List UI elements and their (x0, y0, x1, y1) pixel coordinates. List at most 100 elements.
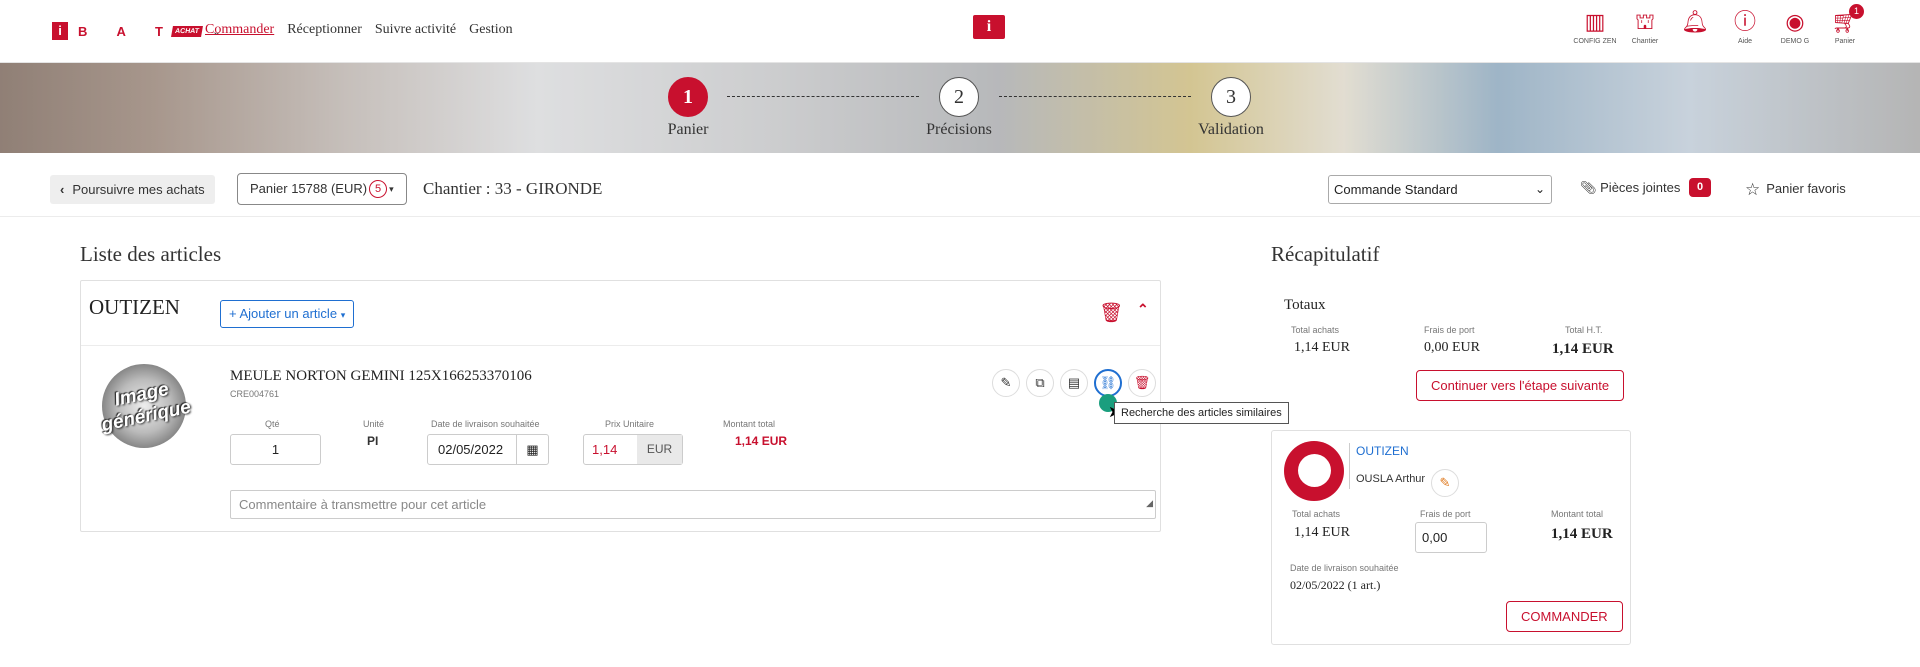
supplier-logo (1284, 441, 1344, 501)
unit-value: PI (367, 434, 379, 448)
product-reference: CRE004761 (230, 389, 280, 399)
card-frais-port-label: Frais de port (1420, 509, 1471, 519)
cart-selector-label: Panier 15788 (EUR) (250, 181, 368, 196)
star-icon: ☆ (1745, 180, 1761, 199)
total-ht-label: Total H.T. (1565, 325, 1603, 335)
attachments-button[interactable]: 📎︎ Pièces jointes (1580, 180, 1680, 196)
delete-article-icon[interactable]: 🗑︎ (1128, 369, 1156, 397)
product-image: Image générique (100, 364, 193, 448)
unit-label: Unité (363, 419, 385, 429)
unit-price-value: 1,14 (592, 442, 618, 457)
config-zen-button[interactable]: ▥ CONFIG ZEN (1570, 8, 1620, 45)
paperclip-icon: 📎︎ (1580, 180, 1597, 195)
product-name: MEULE NORTON GEMINI 125X166253370106 (230, 368, 532, 384)
similar-articles-tooltip: Recherche des articles similaires (1114, 402, 1289, 424)
step-number: 2 (939, 77, 979, 117)
chevron-left-icon: ‹ (60, 182, 65, 197)
qty-label: Qté (265, 419, 280, 429)
cart-button[interactable]: 🛒︎ Panier 1 (1820, 4, 1870, 45)
step-panier[interactable]: 1 Panier (668, 77, 708, 138)
article-comment-field[interactable]: Commentaire à transmettre pour cet artic… (230, 490, 1156, 519)
similar-articles-icon[interactable]: ⛓ (1094, 369, 1122, 397)
resize-handle-icon[interactable]: ◢ (1146, 490, 1153, 517)
cart-count-badge: 1 (1849, 4, 1864, 19)
continue-shopping-button[interactable]: ‹ Poursuivre mes achats (50, 175, 215, 204)
step-number: 3 (1211, 77, 1251, 117)
supplier-name-link[interactable]: OUTIZEN (1356, 444, 1409, 458)
copy-icon[interactable]: ⧉ (1026, 369, 1054, 397)
step-precisions[interactable]: 2 Précisions (926, 77, 992, 138)
help-label: Aide (1737, 38, 1752, 45)
help-icon: ⓘ (1733, 9, 1756, 34)
delivery-date-input[interactable]: 02/05/2022 ▦ (427, 434, 549, 465)
shipping-cost-input[interactable]: 0,00 (1415, 522, 1487, 553)
supplier-name: OUTIZEN (89, 295, 180, 319)
currency-addon: EUR (637, 435, 682, 464)
add-article-label: Ajouter un article (239, 306, 338, 321)
edit-icon[interactable]: ✎ (992, 369, 1020, 397)
notifications-button[interactable]: 🔔︎ (1670, 8, 1720, 45)
favorites-button[interactable]: ☆ Panier favoris (1745, 180, 1846, 200)
plus-icon: + (229, 306, 237, 321)
article-comment-placeholder: Commentaire à transmettre pour cet artic… (239, 497, 487, 512)
cart-label: Panier (1834, 38, 1856, 45)
card-total-achats-label: Total achats (1292, 509, 1341, 519)
caret-down-icon: ▾ (340, 310, 346, 320)
collapse-icon[interactable]: ⌃ (1137, 301, 1149, 318)
save-icon[interactable]: ▤ (1060, 369, 1088, 397)
attachments-label: Pièces jointes (1600, 180, 1681, 195)
menu-item-commander[interactable]: Commander (205, 22, 274, 38)
step-label: Panier (667, 121, 709, 138)
user-label: DEMO G (1780, 38, 1810, 45)
user-button[interactable]: ◉ DEMO G (1770, 8, 1820, 45)
chantier-button[interactable]: ⛫ Chantier (1620, 8, 1670, 45)
delete-supplier-icon[interactable]: 🗑︎ (1099, 301, 1123, 325)
total-achats-value: 1,14 EUR (1294, 340, 1350, 355)
cart-selector[interactable]: Panier 15788 (EUR) 5 ▾ (237, 173, 407, 205)
recap-title: Récapitulatif (1271, 242, 1380, 266)
menu-item-suivre-activite[interactable]: Suivre activité (375, 22, 456, 38)
edit-contact-icon[interactable]: ✎ (1431, 469, 1459, 497)
divider (81, 345, 1160, 346)
commander-button[interactable]: COMMANDER (1506, 601, 1623, 632)
next-step-button[interactable]: Continuer vers l'étape suivante (1416, 370, 1625, 401)
card-total-achats-value: 1,14 EUR (1294, 525, 1350, 540)
product-image-text: Image générique (94, 356, 194, 456)
chantier-label: Chantier (1631, 38, 1659, 45)
add-article-button[interactable]: + Ajouter un article ▾ (220, 300, 355, 328)
help-button[interactable]: ⓘ Aide (1720, 8, 1770, 45)
articles-title: Liste des articles (80, 242, 222, 266)
card-date-label: Date de livraison souhaitée (1290, 563, 1399, 573)
total-ht-value: 1,14 EUR (1552, 341, 1614, 357)
quantity-input[interactable]: 1 (230, 434, 321, 465)
ibat-logo[interactable]: i B A T ACHAT ⌄ (52, 22, 221, 40)
cart-items-count: 5 (369, 180, 388, 198)
logo-letters: B A T (78, 23, 176, 39)
total-achats-label: Total achats (1291, 325, 1340, 335)
bell-icon: 🔔︎ (1681, 9, 1709, 34)
header-actions: ▥ CONFIG ZEN ⛫ Chantier 🔔︎ ⓘ Aide ◉ DEMO… (1570, 4, 1870, 45)
calendar-icon[interactable]: ▦ (516, 435, 548, 464)
menu-item-receptionner[interactable]: Réceptionner (287, 22, 362, 38)
unit-price-input[interactable]: 1,14 EUR (583, 434, 683, 465)
chantier-title: Chantier : 33 - GIRONDE (423, 179, 603, 198)
frais-port-label: Frais de port (1424, 325, 1475, 335)
card-montant-total-value: 1,14 EUR (1551, 526, 1613, 542)
main-menu: Commander Réceptionner Suivre activité G… (205, 22, 513, 38)
order-type-select[interactable]: Commande Standard ⌄ (1328, 175, 1552, 204)
logo-achat-tag: ACHAT (171, 25, 203, 37)
step-number: 1 (668, 77, 708, 117)
chevron-down-icon: ⌄ (1534, 182, 1545, 196)
supplier-contact: OUSLA Arthur (1356, 473, 1426, 485)
step-connector-1 (727, 96, 919, 97)
card-montant-total-label: Montant total (1551, 509, 1604, 519)
supplier-article-card: OUTIZEN + Ajouter un article ▾ 🗑︎ ⌃ Imag… (80, 280, 1161, 532)
continue-shopping-label: Poursuivre mes achats (72, 182, 205, 197)
menu-item-gestion[interactable]: Gestion (469, 22, 513, 38)
frais-port-value: 0,00 EUR (1424, 340, 1480, 355)
center-logo[interactable]: i (973, 15, 1005, 39)
article-actions: ✎ ⧉ ▤ ⛓ 🗑︎ (992, 369, 1156, 397)
step-validation[interactable]: 3 Validation (1198, 77, 1264, 138)
user-icon: ◉ (1785, 9, 1805, 34)
price-label: Prix Unitaire (605, 419, 655, 429)
